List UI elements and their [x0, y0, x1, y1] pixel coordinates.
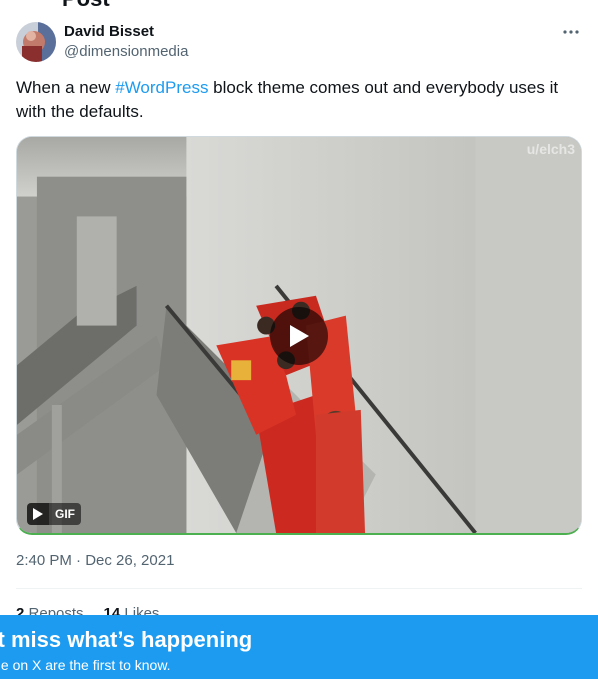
hashtag-link[interactable]: #WordPress [115, 78, 208, 97]
gif-play-icon[interactable] [27, 503, 49, 525]
avatar[interactable] [16, 22, 56, 62]
gif-label: GIF [49, 503, 81, 525]
tweet-text: When a new #WordPress block theme comes … [16, 76, 582, 124]
gif-watermark: u/elch3 [526, 141, 575, 157]
tweet-media-gif[interactable]: u/elch3 GIF [16, 136, 582, 535]
tweet-text-start: When a new [16, 78, 116, 97]
more-icon[interactable] [560, 22, 582, 42]
author-handle[interactable]: @dimensionmedia [64, 42, 188, 62]
divider [16, 588, 582, 589]
tweet-header: David Bisset @dimensionmedia [16, 22, 582, 64]
gif-badge[interactable]: GIF [27, 503, 81, 525]
author-block: David Bisset @dimensionmedia [64, 22, 188, 62]
play-icon[interactable] [270, 307, 328, 365]
page-title: Post [62, 0, 110, 12]
banner-subtitle: ple on X are the first to know. [0, 657, 171, 673]
banner-title: n’t miss what’s happening [0, 627, 253, 652]
signup-banner: n’t miss what’s happening ple on X are t… [0, 615, 598, 679]
tweet-timestamp[interactable]: 2:40 PM · Dec 26, 2021 [16, 551, 174, 571]
author-name[interactable]: David Bisset [64, 22, 188, 42]
